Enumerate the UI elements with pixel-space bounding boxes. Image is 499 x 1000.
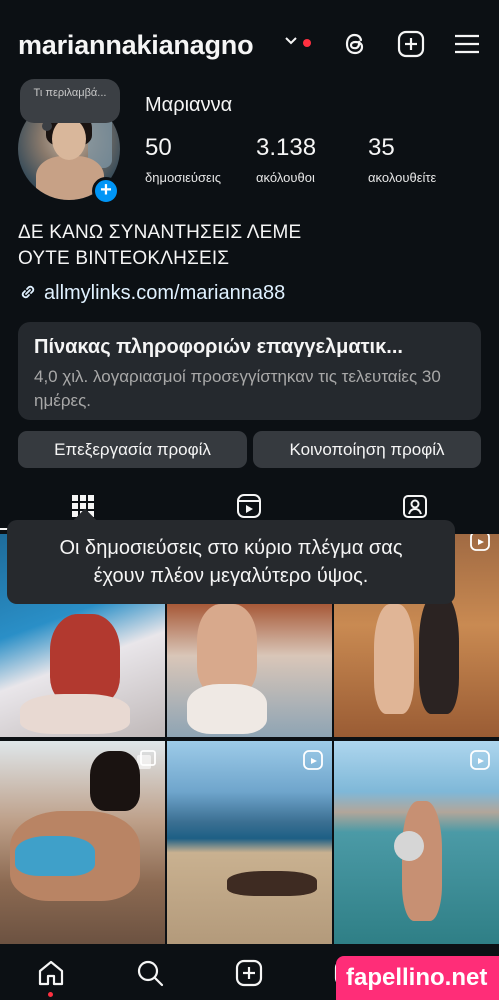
add-story-button[interactable]: + bbox=[92, 177, 120, 205]
chevron-down-icon[interactable] bbox=[284, 36, 298, 46]
professional-dashboard[interactable]: Πίνακας πληροφοριών επαγγελματικ... 4,0 … bbox=[18, 322, 481, 420]
link-icon bbox=[21, 285, 35, 299]
tooltip-line: Οι δημοσιεύσεις στο κύριο πλέγμα σας bbox=[59, 537, 403, 559]
post-thumbnail[interactable] bbox=[0, 741, 165, 944]
bio-line: ΟΥΤΕ ΒΙΝΤΕΟΚΛΗΣΕΙΣ bbox=[18, 248, 230, 269]
post-thumbnail[interactable] bbox=[167, 741, 332, 944]
dashboard-subtitle: 4,0 χιλ. λογαριασμοί προσεγγίστηκαν τις … bbox=[34, 367, 441, 410]
notification-dot bbox=[303, 39, 311, 47]
stat-value: 3.138 bbox=[256, 134, 317, 161]
reels-icon[interactable] bbox=[235, 492, 263, 520]
stat-value: 50 bbox=[145, 134, 172, 161]
home-icon[interactable] bbox=[36, 958, 66, 988]
edit-profile-button[interactable]: Επεξεργασία προφίλ bbox=[18, 431, 247, 468]
create-icon[interactable] bbox=[234, 958, 264, 988]
share-profile-button[interactable]: Κοινοποίηση προφίλ bbox=[253, 431, 481, 468]
profile-note-bubble[interactable]: Τι περιλαμβά... bbox=[20, 79, 120, 131]
reel-badge-icon bbox=[470, 750, 490, 770]
stat-label: ακόλουθοι bbox=[256, 170, 315, 185]
menu-icon[interactable] bbox=[451, 28, 483, 60]
profile-bio: ΔΕ ΚΑΝΩ ΣΥΝΑΝΤΗΣΕΙΣ ΛΕΜΕ ΟΥΤΕ ΒΙΝΤΕΟΚΛΗΣ… bbox=[18, 220, 301, 272]
dashboard-title: Πίνακας πληροφοριών επαγγελματικ... bbox=[34, 336, 403, 358]
reel-badge-icon bbox=[303, 750, 323, 770]
stat-value: 35 bbox=[368, 134, 395, 161]
home-notification-dot bbox=[48, 992, 53, 997]
profile-link-text[interactable]: allmylinks.com/marianna88 bbox=[44, 282, 285, 304]
stat-label: δημοσιεύσεις bbox=[145, 170, 221, 185]
profile-full-name: Μαριαννα bbox=[145, 94, 233, 116]
stat-label: ακολουθείτε bbox=[368, 170, 437, 185]
top-bar: mariannakianagno bbox=[0, 0, 499, 90]
stat-following[interactable]: 35 ακολουθείτε bbox=[368, 134, 436, 185]
threads-icon[interactable] bbox=[340, 28, 372, 60]
grid-height-tooltip[interactable]: Οι δημοσιεύσεις στο κύριο πλέγμα σας έχο… bbox=[7, 520, 455, 604]
stat-posts[interactable]: 50 δημοσιεύσεις bbox=[145, 134, 221, 185]
bio-line: ΔΕ ΚΑΝΩ ΣΥΝΑΝΤΗΣΕΙΣ ΛΕΜΕ bbox=[18, 222, 302, 243]
tooltip-line: έχουν πλέον μεγαλύτερο ύψος. bbox=[93, 565, 369, 587]
tagged-icon[interactable] bbox=[401, 492, 429, 520]
post-thumbnail[interactable] bbox=[334, 741, 499, 944]
search-icon[interactable] bbox=[135, 958, 165, 988]
create-icon[interactable] bbox=[395, 28, 427, 60]
reel-badge-icon bbox=[470, 534, 490, 551]
username-title[interactable]: mariannakianagno bbox=[18, 30, 254, 61]
stat-followers[interactable]: 3.138 ακόλουθοι bbox=[256, 134, 316, 185]
profile-link[interactable]: allmylinks.com/marianna88 bbox=[18, 282, 285, 305]
watermark: fapellino.net bbox=[336, 956, 499, 1000]
